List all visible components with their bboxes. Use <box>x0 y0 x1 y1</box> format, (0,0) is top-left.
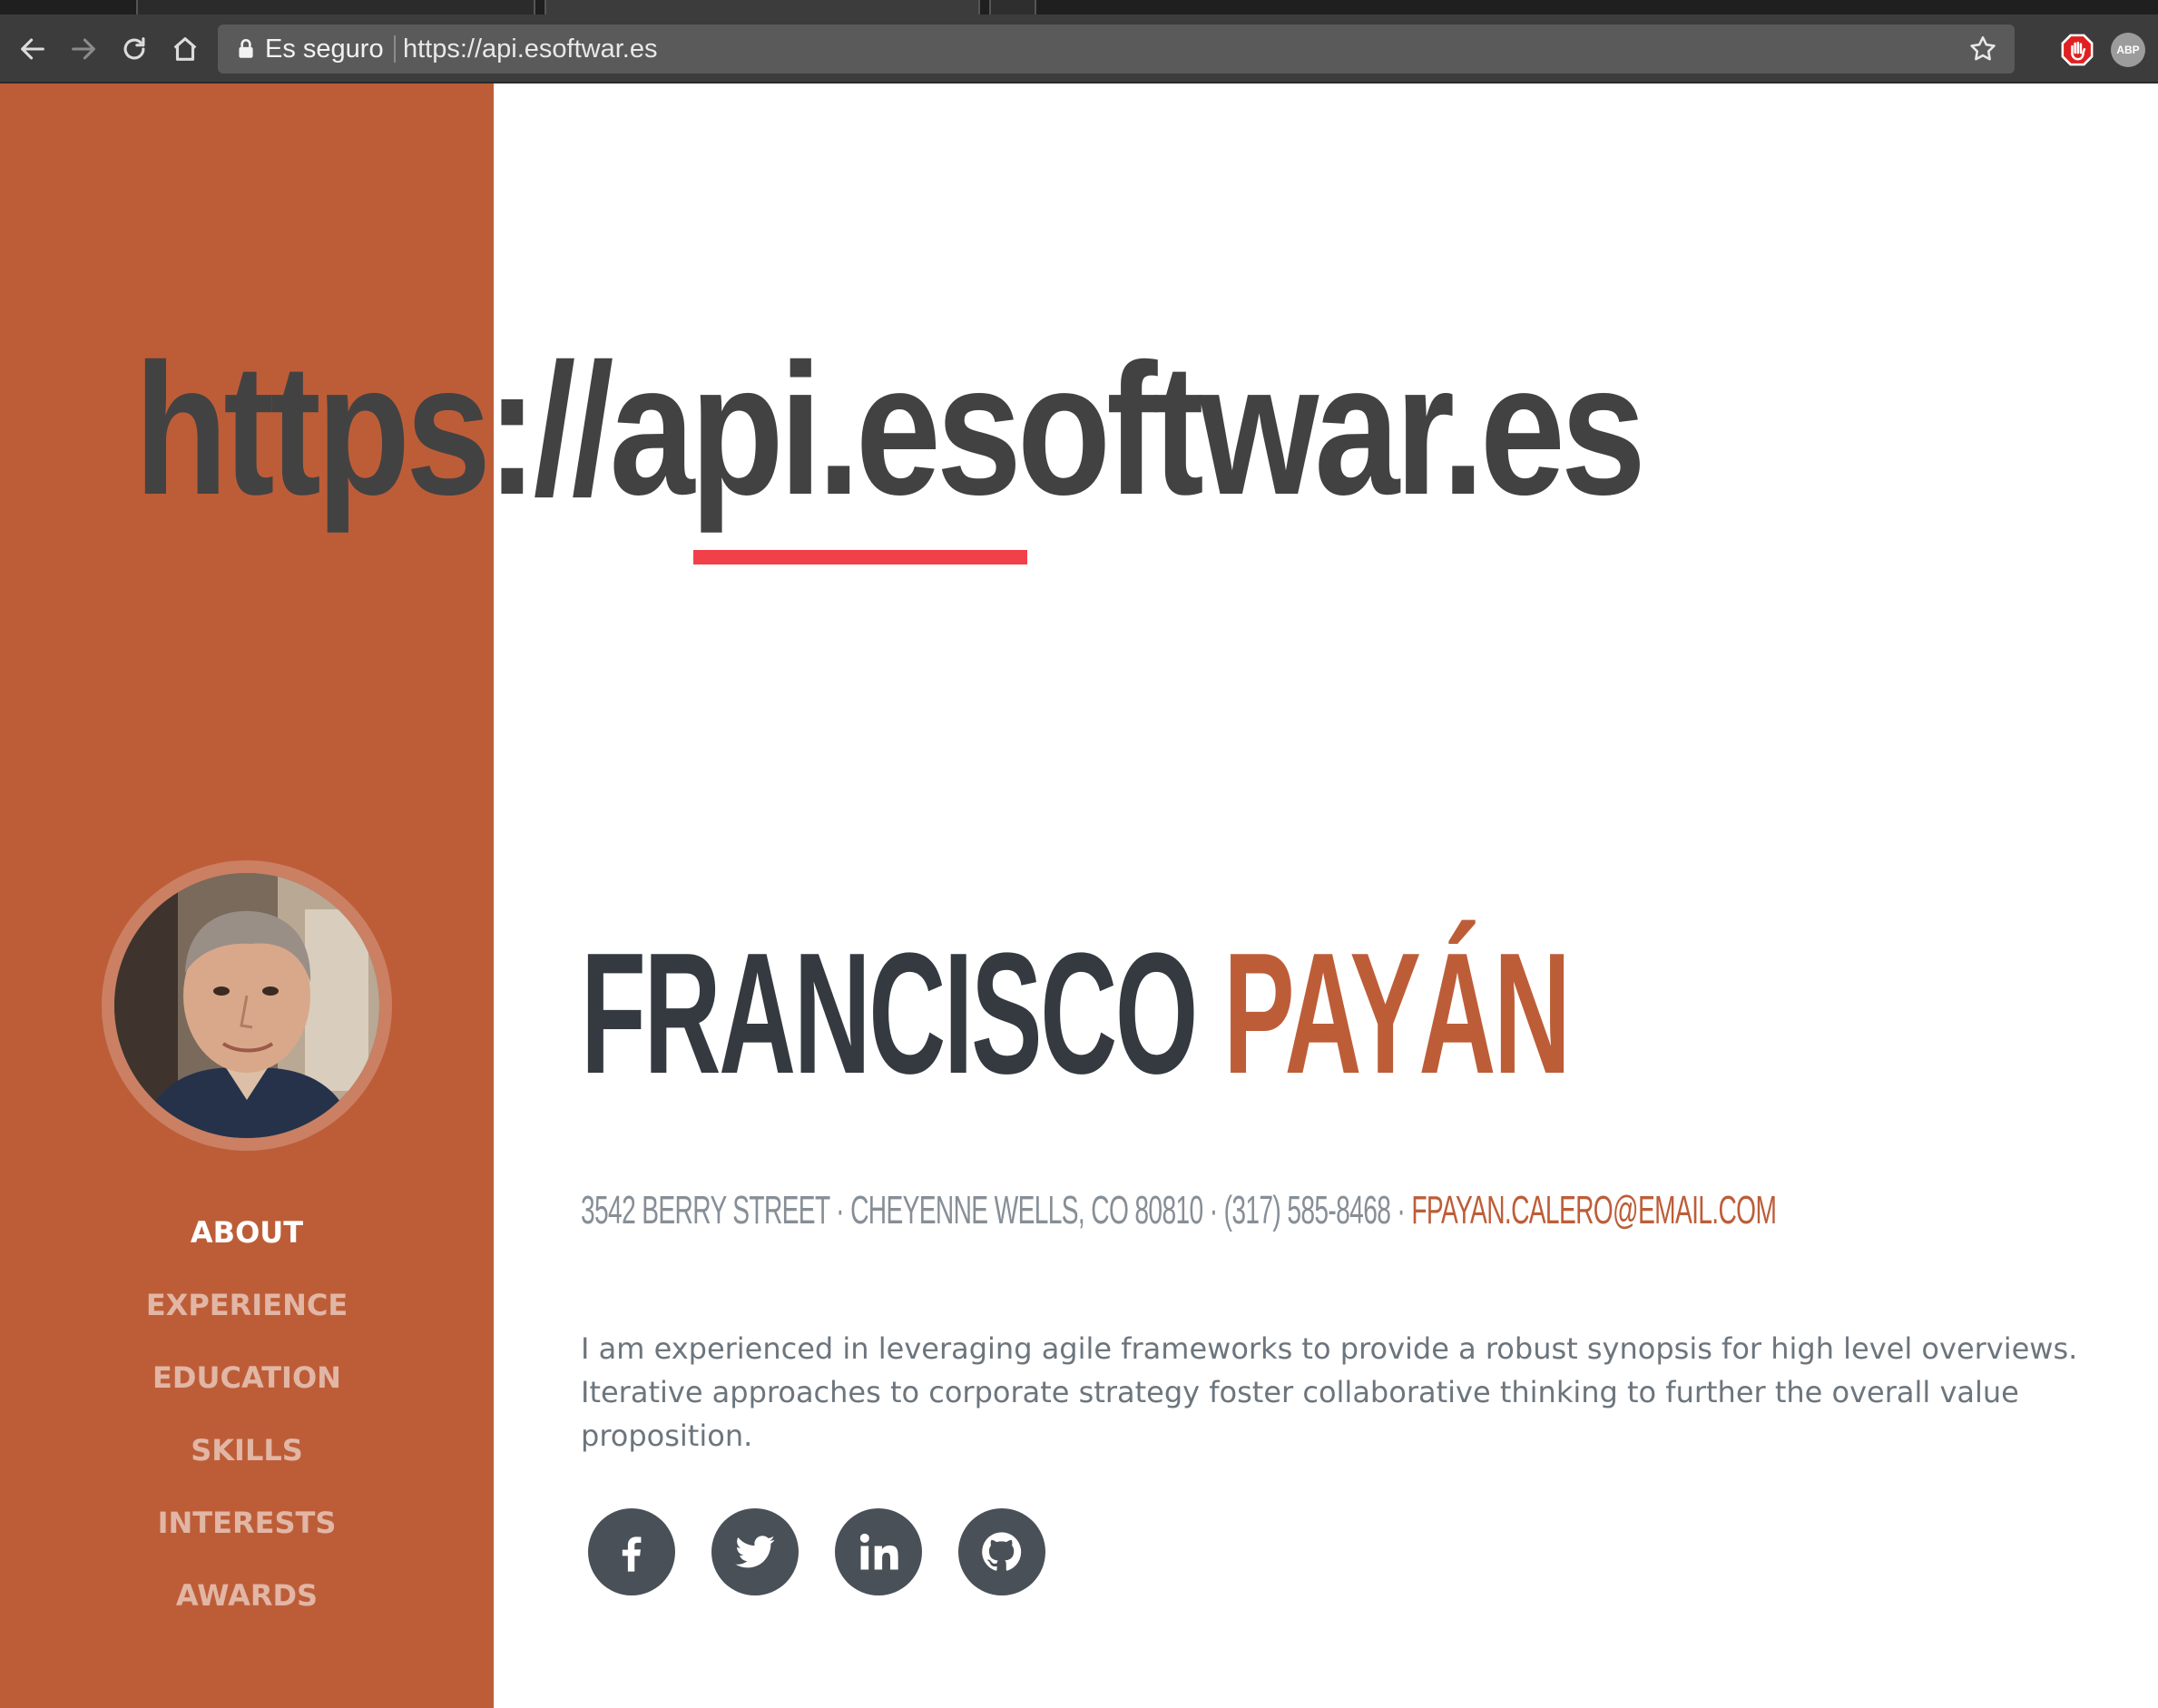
page-content: About Experience Education Skills Intere… <box>0 83 2158 1708</box>
contact-address-phone: 3542 Berry Street · Cheyenne Wells, CO 8… <box>581 1188 1412 1232</box>
github-icon[interactable] <box>958 1508 1045 1595</box>
twitter-icon[interactable] <box>711 1508 799 1595</box>
sidebar-nav: About Experience Education Skills Intere… <box>0 1196 494 1632</box>
nav-item-experience[interactable]: Experience <box>0 1269 494 1341</box>
url-text[interactable]: https://api.esoftwar.es <box>403 33 657 65</box>
email-link[interactable]: fpayan.calero@email.com <box>1411 1188 1777 1232</box>
star-icon[interactable] <box>1967 34 1998 64</box>
profile-avatar-ring <box>102 860 392 1151</box>
back-arrow-icon[interactable] <box>15 31 51 67</box>
adblock-plus-icon[interactable]: ABP <box>2111 33 2145 67</box>
browser-tab-active[interactable] <box>544 0 980 15</box>
abp-label: ABP <box>2116 44 2140 56</box>
nav-item-skills[interactable]: Skills <box>0 1414 494 1487</box>
nav-item-awards[interactable]: Awards <box>0 1559 494 1632</box>
forward-arrow-icon[interactable] <box>65 31 102 67</box>
nav-item-education[interactable]: Education <box>0 1341 494 1414</box>
bio-text: I am experienced in leveraging agile fra… <box>581 1331 2078 1453</box>
overlay-underline <box>693 550 1027 564</box>
nav-item-about[interactable]: About <box>0 1196 494 1269</box>
reload-icon[interactable] <box>116 31 152 67</box>
last-name: PAYÁN <box>1223 918 1571 1110</box>
lock-icon <box>234 37 258 61</box>
social-icons <box>588 1508 1045 1595</box>
browser-chrome: Es seguro https://api.esoftwar.es ABP <box>0 0 2158 83</box>
nav-item-interests[interactable]: Interests <box>0 1487 494 1559</box>
home-icon[interactable] <box>167 31 203 67</box>
browser-toolbar: Es seguro https://api.esoftwar.es ABP <box>0 15 2158 83</box>
avatar <box>114 873 379 1138</box>
address-bar[interactable]: Es seguro https://api.esoftwar.es <box>218 25 2015 74</box>
page-title: FRANCISCO PAYÁN <box>581 928 1571 1100</box>
contact-line: 3542 Berry Street · Cheyenne Wells, CO 8… <box>581 1188 1777 1232</box>
security-label: Es seguro <box>265 34 384 64</box>
overlay-url-text: https://api.esoftwar.es <box>134 325 1646 534</box>
tab-strip <box>0 0 2158 15</box>
new-tab-button[interactable] <box>989 0 1036 15</box>
linkedin-icon[interactable] <box>835 1508 922 1595</box>
stop-hand-icon[interactable] <box>2060 33 2094 67</box>
browser-tab[interactable] <box>136 0 535 15</box>
address-separator <box>394 35 396 63</box>
facebook-icon[interactable] <box>588 1508 675 1595</box>
first-name: FRANCISCO <box>581 918 1198 1110</box>
